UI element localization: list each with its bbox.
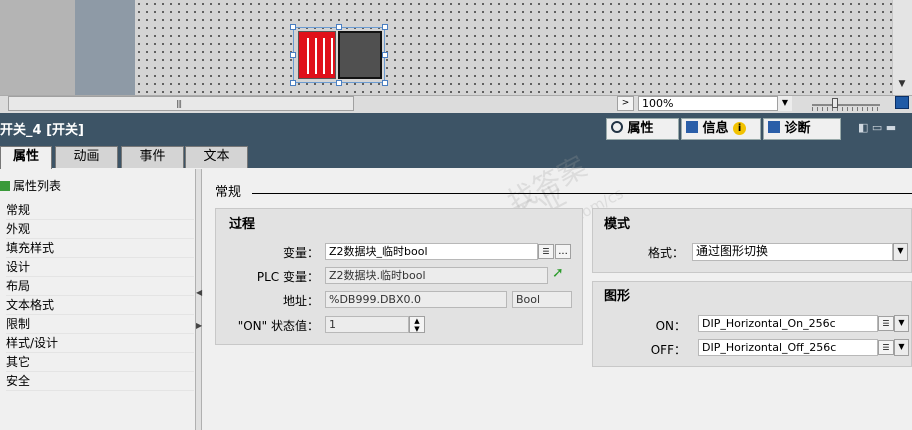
info-icon xyxy=(686,121,698,133)
resize-handle[interactable] xyxy=(290,24,296,30)
zoom-slider[interactable] xyxy=(812,104,880,106)
list-icon xyxy=(0,181,10,191)
scroll-grip-icon[interactable]: ||| xyxy=(176,99,182,108)
switch-on-graphic[interactable] xyxy=(298,31,336,79)
zoom-slider-thumb[interactable] xyxy=(832,98,838,108)
nav-item-appearance[interactable]: 外观 xyxy=(6,220,194,239)
address-label: 地址： xyxy=(282,294,319,308)
chevron-down-icon[interactable]: ▼ xyxy=(894,339,909,356)
chevron-down-icon[interactable]: ▼ xyxy=(894,315,909,332)
window-controls-icon[interactable]: ◧ ▭ ▬ xyxy=(858,121,896,134)
variable-label: 变量： xyxy=(282,246,319,260)
diagnostics-icon xyxy=(768,121,780,133)
tab-diagnostics[interactable]: 诊断 xyxy=(763,118,841,140)
browse-button[interactable]: ... xyxy=(555,244,571,259)
switch-off-graphic[interactable] xyxy=(338,31,382,79)
zoom-fit-icon[interactable] xyxy=(895,96,909,109)
nav-item-fill-style[interactable]: 填充样式 xyxy=(6,239,194,258)
property-list-header: 属性列表 xyxy=(0,177,61,194)
tab-label: 属性 xyxy=(627,121,654,136)
address-type-field: Bool xyxy=(512,291,572,308)
resize-handle[interactable] xyxy=(336,80,342,86)
zoom-slider-ticks xyxy=(812,107,880,111)
address-field: %DB999.DBX0.0 xyxy=(325,291,507,308)
tab-events[interactable]: 事件 xyxy=(121,146,184,168)
format-select[interactable]: 通过图形切换 xyxy=(692,243,893,261)
tab-text[interactable]: 文本 xyxy=(185,146,248,168)
property-list-title: 属性列表 xyxy=(13,179,62,193)
format-label: 格式： xyxy=(647,246,684,260)
tab-animation[interactable]: 动画 xyxy=(55,146,118,168)
on-state-label: "ON" 状态值： xyxy=(237,319,319,333)
scroll-down-icon[interactable]: ▼ xyxy=(895,77,909,91)
on-state-field[interactable]: 1 xyxy=(325,316,409,333)
list-icon[interactable]: ☰ xyxy=(878,316,894,331)
variable-field[interactable]: Z2数据块_临时bool xyxy=(325,243,538,260)
on-graphic-label: ON： xyxy=(655,319,686,333)
properties-icon xyxy=(611,121,623,133)
panel-splitter[interactable] xyxy=(196,169,202,430)
nav-item-text-format[interactable]: 文本格式 xyxy=(6,296,194,315)
resize-handle[interactable] xyxy=(382,24,388,30)
chevron-down-icon[interactable]: ▼ xyxy=(893,243,908,261)
tab-label: 信息 xyxy=(702,121,729,136)
info-badge-icon: i xyxy=(733,122,747,135)
mode-group xyxy=(592,208,912,273)
canvas-margin xyxy=(75,0,135,95)
expand-right-icon[interactable]: ▶ xyxy=(196,321,202,330)
nav-item-limits[interactable]: 限制 xyxy=(6,315,194,334)
nav-item-security[interactable]: 安全 xyxy=(6,372,194,391)
screen-canvas[interactable] xyxy=(135,0,892,95)
off-graphic-label: OFF： xyxy=(650,343,686,357)
on-graphic-field[interactable]: DIP_Horizontal_On_256c xyxy=(698,315,878,332)
tab-properties[interactable]: 属性 xyxy=(606,118,679,140)
nav-item-style-design[interactable]: 样式/设计 xyxy=(6,334,194,353)
nav-item-misc[interactable]: 其它 xyxy=(6,353,194,372)
resize-handle[interactable] xyxy=(382,52,388,58)
resize-handle[interactable] xyxy=(290,52,296,58)
off-graphic-field[interactable]: DIP_Horizontal_Off_256c xyxy=(698,339,878,356)
plc-variable-field[interactable]: Z2数据块.临时bool xyxy=(325,267,548,284)
chevron-down-icon[interactable]: ▼ xyxy=(777,96,792,111)
goto-arrow-icon[interactable]: ➚ xyxy=(552,266,566,280)
on-state-stepper[interactable]: ▲ ▼ xyxy=(409,316,425,333)
tab-label: 诊断 xyxy=(784,121,811,136)
process-title: 过程 xyxy=(229,217,256,232)
plc-variable-label: PLC 变量： xyxy=(256,270,319,284)
section-title: 常规 xyxy=(215,185,242,200)
tab-info[interactable]: 信息 i xyxy=(681,118,761,140)
resize-handle[interactable] xyxy=(336,24,342,30)
section-divider xyxy=(252,193,912,194)
scroll-right-button[interactable]: > xyxy=(617,96,634,111)
collapse-left-icon[interactable]: ◀ xyxy=(196,288,202,297)
resize-handle[interactable] xyxy=(290,80,296,86)
tab-properties-sub[interactable]: 属性 xyxy=(0,146,52,169)
list-icon[interactable]: ☰ xyxy=(878,340,894,355)
zoom-select[interactable]: 100% xyxy=(638,96,792,111)
resize-handle[interactable] xyxy=(382,80,388,86)
graphics-title: 图形 xyxy=(604,289,631,304)
list-icon[interactable]: ☰ xyxy=(538,244,554,259)
nav-item-general[interactable]: 常规 xyxy=(6,201,194,220)
inspector-title: 开关_4 [开关] xyxy=(0,123,84,138)
mode-title: 模式 xyxy=(604,217,631,232)
nav-item-layout[interactable]: 布局 xyxy=(6,277,194,296)
nav-item-design[interactable]: 设计 xyxy=(6,258,194,277)
